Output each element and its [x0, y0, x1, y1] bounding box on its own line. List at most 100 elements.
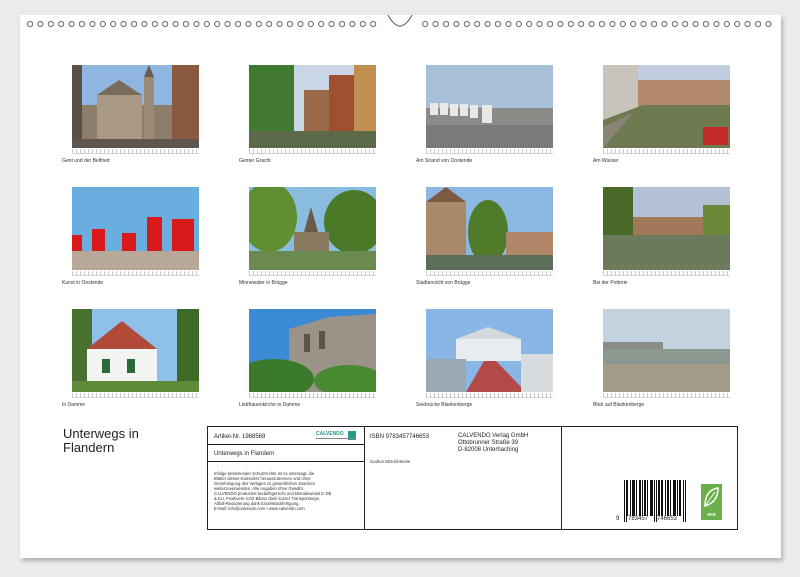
barcode-bar [685, 480, 686, 522]
binding-ring [578, 20, 585, 28]
binding-ring [765, 20, 772, 28]
photo-strand-oostende [426, 65, 553, 148]
binding-ring [661, 20, 668, 28]
binding-ring [255, 20, 262, 28]
date-grid-strip [426, 271, 553, 276]
article-number: Artikel-Nr. 1988569 [214, 434, 266, 440]
photo-genter-gracht [249, 65, 376, 148]
binding-ring [546, 20, 554, 28]
barcode-bar [683, 480, 684, 522]
binding-ring [338, 20, 346, 28]
barcode-bar [632, 480, 633, 516]
binding-ring [47, 20, 54, 28]
binding-ring [307, 20, 314, 28]
photo-caption: Am Strand von Oostende [416, 158, 473, 164]
barcode-bar [645, 480, 646, 516]
barcode-bar [670, 480, 671, 516]
photo-caption: Stadtansicht von Brügge [416, 280, 471, 286]
binding-ring [276, 20, 283, 28]
binding-ring [713, 20, 720, 28]
binding-ring [120, 20, 127, 28]
binding-ring [453, 20, 460, 28]
binding-ring [682, 20, 689, 28]
binding-ring [130, 20, 138, 28]
barcode-bar [652, 480, 653, 516]
binding-ring [89, 20, 96, 28]
barcode-digits-group2: 746653 [657, 516, 678, 522]
binding-ring [182, 20, 190, 28]
photo-caption: Gent und der Belfried [62, 158, 110, 164]
author-name: Gudrun Nitzold-Briele [370, 459, 411, 464]
binding-ring [640, 20, 647, 28]
barcode-bar [639, 480, 640, 516]
calendar-sheet: Gent und der Belfried Genter Gracht Am S… [20, 15, 781, 558]
binding-ring [224, 20, 231, 28]
binding-ring [349, 20, 356, 28]
binding-ring [463, 20, 470, 28]
photo-stadtansicht-bruegge [426, 187, 553, 270]
barcode-bar [658, 480, 659, 516]
barcode-bar [665, 480, 666, 516]
date-grid-strip [72, 271, 199, 276]
barcode-bar [661, 480, 662, 516]
photo-gent-belfried [72, 65, 199, 148]
eco-badge: eco [701, 484, 722, 520]
binding-ring [474, 20, 481, 28]
binding-ring [442, 20, 450, 28]
binding-ring [162, 20, 169, 28]
binding-ring [536, 20, 543, 28]
product-title: Unterwegs in Flandern [214, 451, 275, 457]
binding-ring [567, 20, 574, 28]
barcode-bar [644, 480, 645, 516]
binding-ring [266, 20, 273, 28]
barcode-bar [647, 480, 648, 516]
barcode-bar [650, 480, 651, 516]
hanger-hook [387, 15, 413, 27]
binding-ring [723, 20, 730, 28]
binding-ring [297, 20, 304, 28]
binding-ring [432, 20, 439, 28]
barcode-bar [667, 480, 668, 516]
photo-blick-auf-blankenberge [603, 309, 730, 392]
leaf-icon [704, 487, 719, 508]
photo-in-damme [72, 309, 199, 392]
barcode-digit-first: 9 [616, 516, 620, 522]
barcode-bar [627, 480, 628, 516]
binding-ring [359, 20, 366, 28]
barcode-digits-group1: 783457 [628, 516, 649, 522]
barcode-bar [630, 480, 631, 516]
binding-ring [505, 20, 512, 28]
photo-minnewater-bruegge [249, 187, 376, 270]
binding-ring [702, 20, 710, 28]
date-grid-strip [249, 393, 376, 398]
binding-ring [58, 20, 65, 28]
binding-ring [245, 20, 252, 28]
barcode-bar [642, 480, 643, 516]
binding-ring [692, 20, 699, 28]
binding-ring [494, 20, 502, 28]
barcode-bar [659, 480, 660, 516]
barcode-bar [636, 480, 637, 516]
date-grid-strip [249, 149, 376, 154]
binding-ring [26, 20, 34, 28]
binding-ring [650, 20, 658, 28]
binding-ring [515, 20, 522, 28]
binding-ring [151, 20, 158, 28]
barcode-bar [633, 480, 634, 516]
barcode-bar [679, 480, 680, 516]
date-grid-strip [603, 149, 730, 154]
binding-ring [370, 20, 377, 28]
photo-caption: In Damme [62, 402, 86, 408]
photo-caption: Blick auf Blankenberge [593, 402, 645, 408]
photo-caption: Bei der Potterie [593, 280, 628, 286]
photo-bei-der-potterie [603, 187, 730, 270]
product-info-box: Artikel-Nr. 1988569 CALVENDO Unterwegs i… [207, 426, 738, 530]
barcode-bar [640, 480, 641, 516]
barcode-bar [651, 480, 652, 516]
eco-label: eco [707, 512, 716, 518]
binding-ring [754, 20, 762, 28]
binding-ring [744, 20, 751, 28]
binding-ring [37, 20, 44, 28]
binding-ring [588, 20, 595, 28]
binding-ring [328, 20, 335, 28]
